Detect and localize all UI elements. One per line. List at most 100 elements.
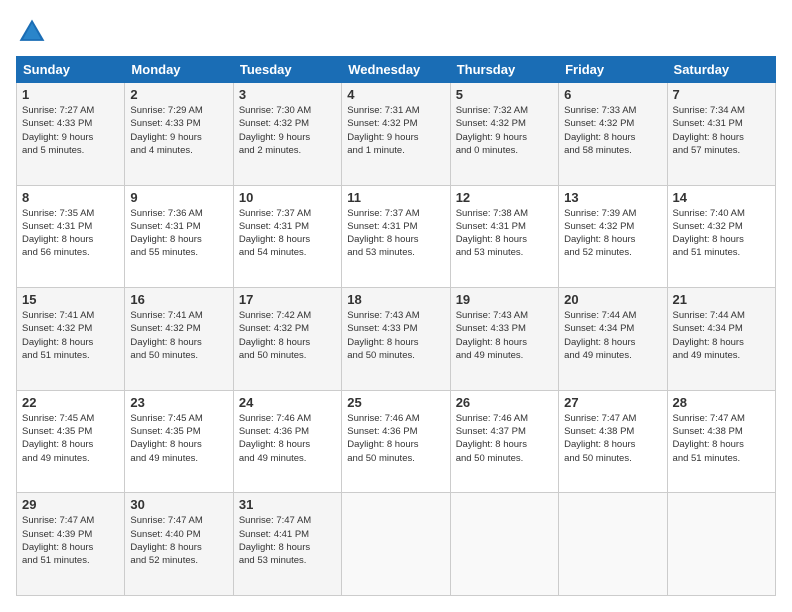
day-info: Sunrise: 7:43 AM Sunset: 4:33 PM Dayligh…	[347, 309, 444, 362]
calendar-cell: 21Sunrise: 7:44 AM Sunset: 4:34 PM Dayli…	[667, 288, 775, 391]
day-info: Sunrise: 7:47 AM Sunset: 4:40 PM Dayligh…	[130, 514, 227, 567]
day-number: 3	[239, 87, 336, 102]
day-number: 19	[456, 292, 553, 307]
day-number: 18	[347, 292, 444, 307]
calendar-header-cell: Sunday	[17, 57, 125, 83]
day-number: 6	[564, 87, 661, 102]
calendar-cell: 20 Sunrise: 7:44 AM Sunset: 4:34 PM Dayli…	[559, 288, 667, 391]
day-number: 10	[239, 190, 336, 205]
calendar-cell: 25Sunrise: 7:46 AM Sunset: 4:36 PM Dayli…	[342, 390, 450, 493]
calendar-header-row: SundayMondayTuesdayWednesdayThursdayFrid…	[17, 57, 776, 83]
day-info: Sunrise: 7:41 AM Sunset: 4:32 PM Dayligh…	[130, 309, 227, 362]
calendar-cell: 3 Sunrise: 7:30 AM Sunset: 4:32 PM Daylig…	[233, 83, 341, 186]
calendar-cell: 30 Sunrise: 7:47 AM Sunset: 4:40 PM Dayli…	[125, 493, 233, 596]
day-info: Sunrise: 7:31 AM Sunset: 4:32 PM Dayligh…	[347, 104, 444, 157]
day-info: Sunrise: 7:40 AM Sunset: 4:32 PM Dayligh…	[673, 207, 770, 260]
calendar-header-cell: Thursday	[450, 57, 558, 83]
calendar-cell: 23Sunrise: 7:45 AM Sunset: 4:35 PM Dayli…	[125, 390, 233, 493]
day-info: Sunrise: 7:38 AM Sunset: 4:31 PM Dayligh…	[456, 207, 553, 260]
calendar-cell: 5Sunrise: 7:32 AM Sunset: 4:32 PM Daylig…	[450, 83, 558, 186]
calendar-header-cell: Tuesday	[233, 57, 341, 83]
day-info: Sunrise: 7:34 AM Sunset: 4:31 PM Dayligh…	[673, 104, 770, 157]
calendar-cell: 7 Sunrise: 7:34 AM Sunset: 4:31 PM Daylig…	[667, 83, 775, 186]
calendar: SundayMondayTuesdayWednesdayThursdayFrid…	[16, 56, 776, 596]
day-number: 22	[22, 395, 119, 410]
day-info: Sunrise: 7:37 AM Sunset: 4:31 PM Dayligh…	[347, 207, 444, 260]
day-number: 15	[22, 292, 119, 307]
day-info: Sunrise: 7:35 AM Sunset: 4:31 PM Dayligh…	[22, 207, 119, 260]
day-info: Sunrise: 7:42 AM Sunset: 4:32 PM Dayligh…	[239, 309, 336, 362]
calendar-cell: 17 Sunrise: 7:42 AM Sunset: 4:32 PM Dayli…	[233, 288, 341, 391]
day-info: Sunrise: 7:36 AM Sunset: 4:31 PM Dayligh…	[130, 207, 227, 260]
calendar-cell: 8 Sunrise: 7:35 AM Sunset: 4:31 PM Daylig…	[17, 185, 125, 288]
day-number: 20	[564, 292, 661, 307]
calendar-cell: 31 Sunrise: 7:47 AM Sunset: 4:41 PM Dayli…	[233, 493, 341, 596]
calendar-week-row: 29Sunrise: 7:47 AM Sunset: 4:39 PM Dayli…	[17, 493, 776, 596]
day-number: 31	[239, 497, 336, 512]
calendar-cell: 26 Sunrise: 7:46 AM Sunset: 4:37 PM Dayli…	[450, 390, 558, 493]
calendar-header-cell: Friday	[559, 57, 667, 83]
day-number: 17	[239, 292, 336, 307]
day-info: Sunrise: 7:43 AM Sunset: 4:33 PM Dayligh…	[456, 309, 553, 362]
calendar-cell: 27 Sunrise: 7:47 AM Sunset: 4:38 PM Dayli…	[559, 390, 667, 493]
day-number: 30	[130, 497, 227, 512]
day-info: Sunrise: 7:45 AM Sunset: 4:35 PM Dayligh…	[130, 412, 227, 465]
logo-icon	[16, 16, 48, 48]
day-number: 26	[456, 395, 553, 410]
logo	[16, 16, 52, 48]
calendar-week-row: 1Sunrise: 7:27 AM Sunset: 4:33 PM Daylig…	[17, 83, 776, 186]
day-info: Sunrise: 7:39 AM Sunset: 4:32 PM Dayligh…	[564, 207, 661, 260]
day-number: 24	[239, 395, 336, 410]
calendar-cell: 9Sunrise: 7:36 AM Sunset: 4:31 PM Daylig…	[125, 185, 233, 288]
calendar-header-cell: Wednesday	[342, 57, 450, 83]
calendar-cell: 11 Sunrise: 7:37 AM Sunset: 4:31 PM Dayli…	[342, 185, 450, 288]
day-number: 14	[673, 190, 770, 205]
calendar-cell: 2Sunrise: 7:29 AM Sunset: 4:33 PM Daylig…	[125, 83, 233, 186]
day-info: Sunrise: 7:47 AM Sunset: 4:39 PM Dayligh…	[22, 514, 119, 567]
day-info: Sunrise: 7:44 AM Sunset: 4:34 PM Dayligh…	[564, 309, 661, 362]
day-info: Sunrise: 7:47 AM Sunset: 4:38 PM Dayligh…	[564, 412, 661, 465]
calendar-cell: 14 Sunrise: 7:40 AM Sunset: 4:32 PM Dayli…	[667, 185, 775, 288]
calendar-cell: 10 Sunrise: 7:37 AM Sunset: 4:31 PM Dayli…	[233, 185, 341, 288]
calendar-cell: 22 Sunrise: 7:45 AM Sunset: 4:35 PM Dayli…	[17, 390, 125, 493]
day-info: Sunrise: 7:46 AM Sunset: 4:36 PM Dayligh…	[347, 412, 444, 465]
calendar-cell: 1Sunrise: 7:27 AM Sunset: 4:33 PM Daylig…	[17, 83, 125, 186]
day-info: Sunrise: 7:47 AM Sunset: 4:41 PM Dayligh…	[239, 514, 336, 567]
day-info: Sunrise: 7:29 AM Sunset: 4:33 PM Dayligh…	[130, 104, 227, 157]
day-number: 11	[347, 190, 444, 205]
day-number: 8	[22, 190, 119, 205]
calendar-cell	[667, 493, 775, 596]
calendar-week-row: 8 Sunrise: 7:35 AM Sunset: 4:31 PM Daylig…	[17, 185, 776, 288]
calendar-week-row: 15 Sunrise: 7:41 AM Sunset: 4:32 PM Dayli…	[17, 288, 776, 391]
calendar-cell	[342, 493, 450, 596]
calendar-cell: 6 Sunrise: 7:33 AM Sunset: 4:32 PM Daylig…	[559, 83, 667, 186]
calendar-cell: 24 Sunrise: 7:46 AM Sunset: 4:36 PM Dayli…	[233, 390, 341, 493]
calendar-cell: 15 Sunrise: 7:41 AM Sunset: 4:32 PM Dayli…	[17, 288, 125, 391]
calendar-cell: 13 Sunrise: 7:39 AM Sunset: 4:32 PM Dayli…	[559, 185, 667, 288]
day-number: 16	[130, 292, 227, 307]
day-info: Sunrise: 7:32 AM Sunset: 4:32 PM Dayligh…	[456, 104, 553, 157]
calendar-cell	[559, 493, 667, 596]
day-info: Sunrise: 7:33 AM Sunset: 4:32 PM Dayligh…	[564, 104, 661, 157]
day-number: 7	[673, 87, 770, 102]
day-info: Sunrise: 7:46 AM Sunset: 4:37 PM Dayligh…	[456, 412, 553, 465]
calendar-week-row: 22 Sunrise: 7:45 AM Sunset: 4:35 PM Dayli…	[17, 390, 776, 493]
day-info: Sunrise: 7:47 AM Sunset: 4:38 PM Dayligh…	[673, 412, 770, 465]
calendar-header-cell: Saturday	[667, 57, 775, 83]
day-number: 27	[564, 395, 661, 410]
calendar-cell: 12 Sunrise: 7:38 AM Sunset: 4:31 PM Dayli…	[450, 185, 558, 288]
day-info: Sunrise: 7:41 AM Sunset: 4:32 PM Dayligh…	[22, 309, 119, 362]
calendar-cell: 16 Sunrise: 7:41 AM Sunset: 4:32 PM Dayli…	[125, 288, 233, 391]
calendar-cell: 4 Sunrise: 7:31 AM Sunset: 4:32 PM Daylig…	[342, 83, 450, 186]
day-number: 13	[564, 190, 661, 205]
day-info: Sunrise: 7:45 AM Sunset: 4:35 PM Dayligh…	[22, 412, 119, 465]
page: SundayMondayTuesdayWednesdayThursdayFrid…	[0, 0, 792, 612]
header	[16, 16, 776, 48]
day-info: Sunrise: 7:30 AM Sunset: 4:32 PM Dayligh…	[239, 104, 336, 157]
day-info: Sunrise: 7:37 AM Sunset: 4:31 PM Dayligh…	[239, 207, 336, 260]
day-info: Sunrise: 7:46 AM Sunset: 4:36 PM Dayligh…	[239, 412, 336, 465]
day-number: 28	[673, 395, 770, 410]
day-number: 1	[22, 87, 119, 102]
day-number: 4	[347, 87, 444, 102]
day-number: 12	[456, 190, 553, 205]
